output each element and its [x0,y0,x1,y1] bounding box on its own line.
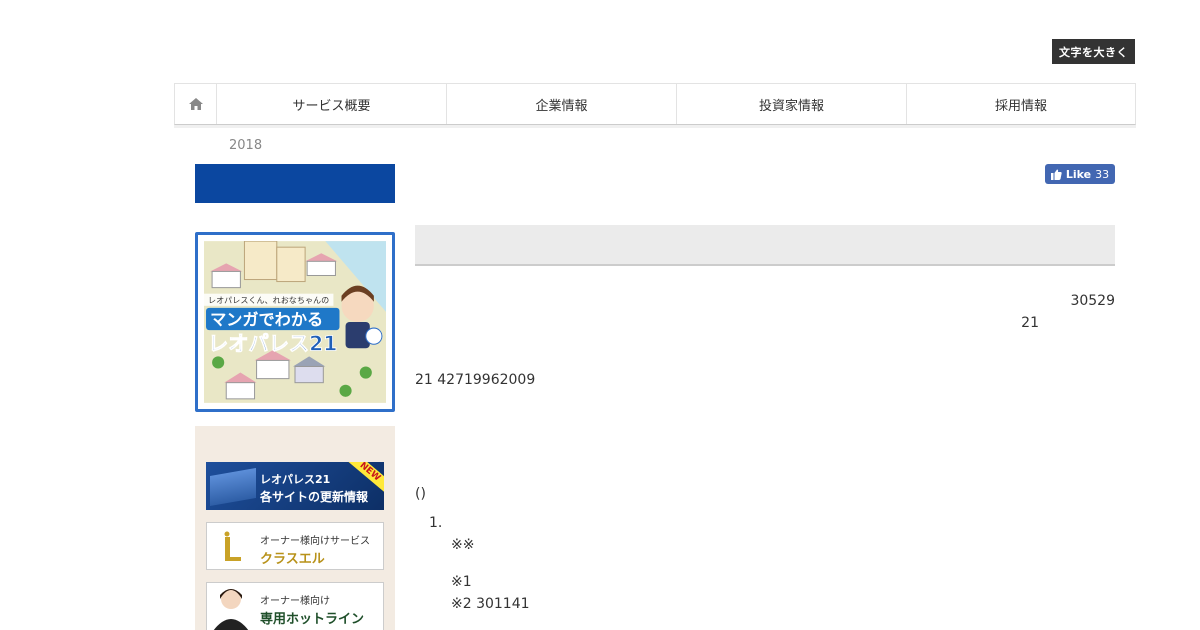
article-heading-bar [415,225,1115,266]
banner-crasel-line2: クラスエル [260,552,325,567]
banner-hotline[interactable]: オーナー様向け 専用ホットライン [206,582,384,630]
facebook-like-button[interactable]: Like 33 [1045,164,1115,184]
banner-crasel-line1: オーナー様向けサービス [260,536,370,547]
font-size-button[interactable]: 文字を大きく [1052,39,1135,64]
thumbs-up-icon [1050,169,1062,180]
article-company-line: 21 [1021,315,1039,331]
manga-line2: マンガでわかる [210,310,323,329]
global-nav: サービス概要 企業情報 投資家情報 採用情報 [174,83,1136,125]
home-icon [188,98,203,110]
banner-site-updates[interactable]: レオパレス21 各サイトの更新情報 NEW [206,462,384,510]
banner-hotline-line2: 専用ホットライン [260,612,365,627]
breadcrumb-year: 2018 [229,138,263,153]
nav-shadow [174,125,1136,128]
manga-banner[interactable]: レオパレスくん、れおなちゃんの マンガでわかる レオパレス21 [195,232,395,412]
manga-line1: レオパレスくん、れおなちゃんの [208,295,329,305]
banner-crasel[interactable]: オーナー様向けサービス クラスエル [206,522,384,570]
manga-line3: レオパレス21 [208,331,337,355]
banner-update-line1: レオパレス21 [260,473,331,486]
page: 文字を大きく サービス概要 企業情報 投資家情報 採用情報 2018 レオパレス… [0,0,1200,630]
building-icon [210,467,256,507]
nav-item-investors[interactable]: 投資家情報 [677,84,907,124]
like-count: 33 [1095,167,1110,181]
operator-avatar-icon [213,589,249,630]
article-date-line: 30529 [1070,293,1115,309]
nav-item-company[interactable]: 企業情報 [447,84,677,124]
manga-illustration: レオパレスくん、れおなちゃんの マンガでわかる レオパレス21 [204,240,386,403]
article-paragraph-1: 21 42719962009 [415,372,536,388]
sidebar-heading-bar [195,164,395,203]
crasel-logo-icon [224,531,241,561]
banner-hotline-line1: オーナー様向け [260,596,330,607]
list-item-note-2: ※1 [451,574,472,590]
list-item-note-1: ※※ [451,537,475,553]
list-item-number: 1. [429,515,443,531]
nav-home[interactable] [175,84,217,124]
nav-item-services[interactable]: サービス概要 [217,84,447,124]
list-item-note-3: ※2 301141 [451,596,530,612]
like-label: Like [1065,167,1092,181]
article-paragraph-2: () [415,486,426,502]
banner-update-line2: 各サイトの更新情報 [260,490,369,504]
nav-item-recruit[interactable]: 採用情報 [907,84,1135,124]
